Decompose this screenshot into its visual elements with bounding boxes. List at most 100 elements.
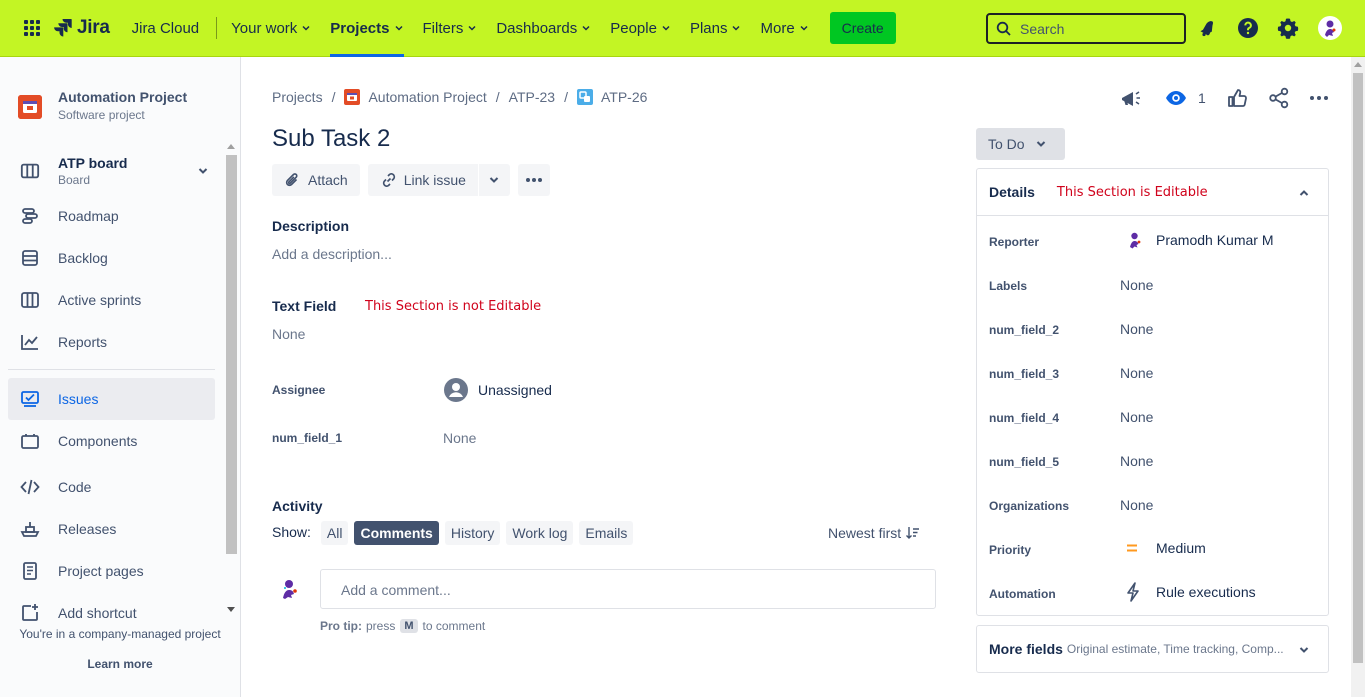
sidebar-item-issues[interactable]: Issues xyxy=(8,378,215,420)
num-field-3-value[interactable]: None xyxy=(1120,365,1153,381)
share-icon[interactable] xyxy=(1267,86,1291,110)
priority-field[interactable]: Medium xyxy=(1124,540,1206,556)
nav-plans[interactable]: Plans xyxy=(690,0,742,57)
sidebar-item-label: Releases xyxy=(58,521,117,537)
sort-icon xyxy=(906,527,920,539)
more-options-icon[interactable] xyxy=(1307,86,1331,110)
watch-button[interactable]: 1 xyxy=(1164,86,1206,110)
chevron-down-icon[interactable] xyxy=(197,165,209,177)
activity-heading: Activity xyxy=(272,498,323,514)
feedback-megaphone-icon[interactable] xyxy=(1118,86,1142,110)
project-header[interactable]: Automation Project Software project xyxy=(18,89,187,122)
nav-label: More xyxy=(760,19,795,37)
breadcrumb-parent-issue[interactable]: ATP-23 xyxy=(509,89,555,105)
status-dropdown[interactable]: To Do xyxy=(976,128,1065,160)
help-icon[interactable] xyxy=(1236,16,1260,40)
sidebar-item-code[interactable]: Code xyxy=(8,466,215,508)
scroll-down-arrow-icon[interactable] xyxy=(227,607,235,613)
issue-actions: Attach Link issue xyxy=(272,164,550,196)
status-label: To Do xyxy=(988,136,1025,152)
nav-filters[interactable]: Filters xyxy=(423,0,478,57)
create-button[interactable]: Create xyxy=(829,12,896,44)
description-input[interactable]: Add a description... xyxy=(272,246,392,262)
settings-gear-icon[interactable] xyxy=(1276,16,1300,40)
attach-label: Attach xyxy=(308,172,348,188)
automation-field[interactable]: Rule executions xyxy=(1124,582,1256,602)
sidebar-item-roadmap[interactable]: Roadmap xyxy=(8,195,215,237)
project-name: Automation Project xyxy=(58,89,188,105)
unassigned-avatar-icon xyxy=(444,378,468,402)
board-subtitle: Board xyxy=(58,173,91,187)
nav-more[interactable]: More xyxy=(760,0,808,57)
chevron-down-icon xyxy=(1299,647,1309,653)
nav-your-work[interactable]: Your work xyxy=(231,0,311,57)
num-field-4-value[interactable]: None xyxy=(1120,409,1153,425)
editable-note: This Section is Editable xyxy=(1056,184,1208,200)
chevron-up-icon[interactable] xyxy=(1298,187,1310,199)
sidebar-item-project-pages[interactable]: Project pages xyxy=(8,550,215,592)
tab-all[interactable]: All xyxy=(320,521,349,545)
sidebar-item-label: Code xyxy=(58,479,92,495)
sidebar-item-reports[interactable]: Reports xyxy=(8,321,215,363)
sort-order-button[interactable]: Newest first xyxy=(828,525,920,541)
sidebar-item-label: Roadmap xyxy=(58,208,119,224)
num-field-2-value[interactable]: None xyxy=(1120,321,1153,337)
tab-comments[interactable]: Comments xyxy=(354,521,439,545)
subtask-icon xyxy=(576,89,593,105)
search-input[interactable] xyxy=(1020,20,1170,37)
sidebar-item-releases[interactable]: Releases xyxy=(8,508,215,550)
tab-history[interactable]: History xyxy=(444,521,501,545)
assignee-field[interactable]: Unassigned xyxy=(443,377,552,403)
nav-projects[interactable]: Projects xyxy=(330,0,404,57)
sidebar-item-active-sprints[interactable]: Active sprints xyxy=(8,279,215,321)
more-fields-panel[interactable]: More fields Original estimate, Time trac… xyxy=(976,625,1329,673)
app-switcher-icon[interactable] xyxy=(17,13,47,43)
breadcrumb-current-issue[interactable]: ATP-26 xyxy=(601,89,647,105)
sidebar-item-label: Project pages xyxy=(58,563,144,579)
thumbs-up-icon[interactable] xyxy=(1225,86,1249,110)
board-icon xyxy=(20,161,40,181)
description-heading: Description xyxy=(272,218,350,234)
more-actions-button[interactable] xyxy=(517,164,550,196)
page-scrollbar-thumb[interactable] xyxy=(1353,73,1363,663)
notifications-icon[interactable] xyxy=(1196,16,1220,40)
priority-medium-icon xyxy=(1127,544,1137,552)
page-scrollbar[interactable] xyxy=(1351,57,1365,697)
sidebar-item-backlog[interactable]: Backlog xyxy=(8,237,215,279)
scroll-up-arrow-icon[interactable] xyxy=(1354,61,1362,67)
search-box[interactable] xyxy=(986,13,1186,44)
issue-title[interactable]: Sub Task 2 xyxy=(272,125,390,153)
reporter-field[interactable]: Pramodh Kumar M xyxy=(1124,229,1273,251)
organizations-value[interactable]: None xyxy=(1120,497,1153,513)
breadcrumb-project[interactable]: Automation Project xyxy=(368,89,486,105)
attach-button[interactable]: Attach xyxy=(272,164,360,196)
tab-emails[interactable]: Emails xyxy=(579,521,634,545)
project-type: Software project xyxy=(58,108,145,122)
breadcrumb-projects[interactable]: Projects xyxy=(272,89,323,105)
learn-more-link[interactable]: Learn more xyxy=(0,657,240,671)
pro-tip-suffix: to comment xyxy=(422,619,486,633)
link-issue-button[interactable]: Link issue xyxy=(367,164,478,196)
chevron-down-icon xyxy=(490,177,499,183)
details-header[interactable]: Details This Section is Editable xyxy=(977,169,1328,216)
user-avatar[interactable] xyxy=(1318,16,1342,40)
issues-icon xyxy=(20,389,40,409)
sidebar-scrollbar[interactable] xyxy=(225,141,237,617)
scroll-up-arrow-icon[interactable] xyxy=(227,143,235,149)
app-name[interactable]: Jira Cloud xyxy=(132,20,200,37)
num-field-1-value[interactable]: None xyxy=(443,430,476,446)
jira-logo[interactable]: Jira xyxy=(53,17,110,39)
nav-people[interactable]: People xyxy=(610,0,671,57)
sidebar-item-components[interactable]: Components xyxy=(8,420,215,462)
num-field-5-value[interactable]: None xyxy=(1120,453,1153,469)
tab-work-log[interactable]: Work log xyxy=(506,521,574,545)
scrollbar-thumb[interactable] xyxy=(226,155,237,554)
assignee-label: Assignee xyxy=(272,383,326,397)
chevron-down-icon xyxy=(662,25,670,31)
labels-value[interactable]: None xyxy=(1120,277,1153,293)
sidebar-item-board[interactable]: ATP board Board xyxy=(8,147,215,195)
link-issue-dropdown[interactable] xyxy=(477,164,510,196)
nav-dashboards[interactable]: Dashboards xyxy=(496,0,591,57)
comment-input[interactable]: Add a comment... xyxy=(320,569,936,609)
reporter-label: Reporter xyxy=(989,235,1040,249)
